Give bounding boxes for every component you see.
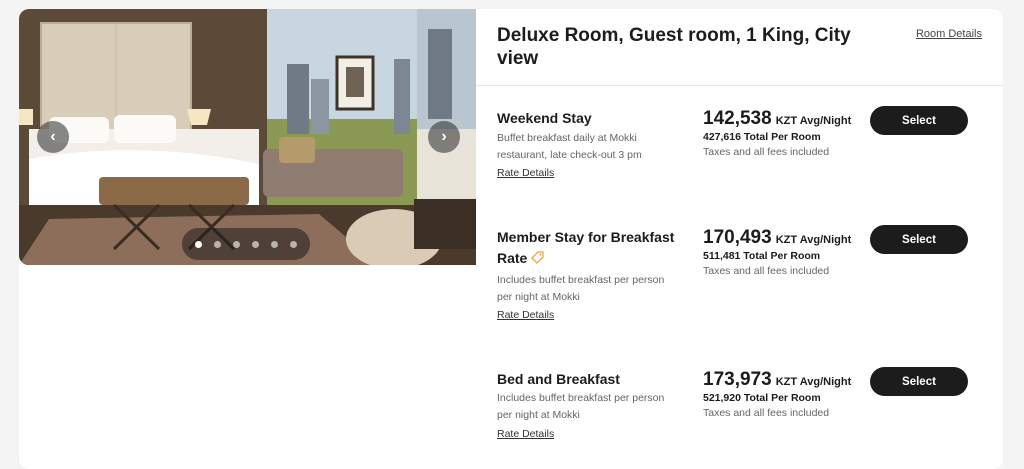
gallery-prev-button[interactable]: ‹: [37, 121, 69, 153]
rate-description: Includes buffet breakfast per person per…: [497, 392, 665, 421]
price-fees: Taxes and all fees included: [703, 265, 830, 277]
price-unit: KZT Avg/Night: [775, 115, 852, 127]
chevron-left-icon: ‹: [50, 128, 56, 145]
gallery-dot[interactable]: [252, 240, 259, 248]
gallery-next-button[interactable]: ›: [428, 121, 460, 153]
price-unit: KZT Avg/Night: [775, 234, 852, 246]
price-total: 511,481 Total Per Room: [703, 250, 821, 262]
rate-name-text: Member Stay for Breakfast Rate: [497, 229, 675, 266]
rate-name: Bed and Breakfast: [497, 371, 620, 387]
price-amount: 142,538: [703, 108, 772, 129]
rate-description: Includes buffet breakfast per person per…: [497, 274, 665, 303]
price-unit: KZT Avg/Night: [775, 376, 852, 388]
chevron-right-icon: ›: [441, 128, 447, 145]
room-photo-gallery: ‹ ›: [19, 9, 476, 265]
price-amount: 173,973: [703, 369, 772, 390]
gallery-dot[interactable]: [195, 240, 202, 248]
rate-description: Buffet breakfast daily at Mokki restaura…: [497, 132, 642, 161]
room-title: Deluxe Room, Guest room, 1 King, City vi…: [497, 25, 851, 69]
member-tag-icon: [531, 249, 545, 270]
price-amount: 170,493: [703, 227, 772, 248]
room-photo: [19, 9, 476, 265]
gallery-dot[interactable]: [290, 240, 297, 248]
rate-price: 173,973 KZT Avg/Night 521,920 Total Per R…: [703, 369, 873, 419]
price-fees: Taxes and all fees included: [703, 146, 830, 158]
rate-price: 170,493 KZT Avg/Night 511,481 Total Per R…: [703, 227, 873, 277]
rate-name: Weekend Stay: [497, 110, 592, 126]
room-details-link[interactable]: Room Details: [916, 28, 982, 40]
rate-details-link[interactable]: Rate Details: [497, 167, 554, 179]
rate-name: Member Stay for Breakfast Rate: [497, 227, 682, 270]
rate-details-link[interactable]: Rate Details: [497, 428, 554, 440]
rate-details-link[interactable]: Rate Details: [497, 309, 554, 321]
price-total: 521,920 Total Per Room: [703, 392, 821, 404]
room-card: ‹ › Deluxe Room, Guest room, 1 King, Cit…: [19, 9, 1003, 469]
price-fees: Taxes and all fees included: [703, 407, 830, 419]
gallery-dot[interactable]: [271, 240, 278, 248]
select-button[interactable]: Select: [870, 106, 968, 135]
gallery-pagination: [182, 228, 310, 260]
gallery-dot[interactable]: [214, 240, 221, 248]
select-button[interactable]: Select: [870, 225, 968, 254]
rate-price: 142,538 KZT Avg/Night 427,616 Total Per R…: [703, 108, 873, 158]
room-header: Deluxe Room, Guest room, 1 King, City vi…: [476, 9, 1003, 86]
select-button[interactable]: Select: [870, 367, 968, 396]
price-total: 427,616 Total Per Room: [703, 131, 821, 143]
gallery-dot[interactable]: [233, 240, 240, 248]
